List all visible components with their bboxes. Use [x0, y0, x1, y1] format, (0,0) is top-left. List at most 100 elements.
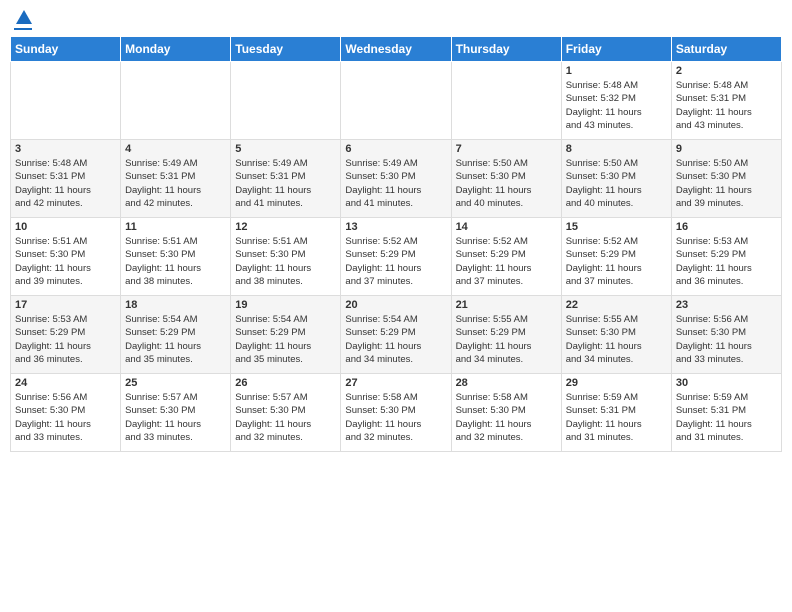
calendar-cell: 13 Sunrise: 5:52 AM Sunset: 5:29 PM Dayli… [341, 218, 451, 296]
day-info: Sunrise: 5:50 AM Sunset: 5:30 PM Dayligh… [566, 157, 667, 210]
calendar-cell: 9 Sunrise: 5:50 AM Sunset: 5:30 PM Daylig… [671, 140, 781, 218]
day-info: Sunrise: 5:54 AM Sunset: 5:29 PM Dayligh… [125, 313, 226, 366]
week-row: 10 Sunrise: 5:51 AM Sunset: 5:30 PM Dayli… [11, 218, 782, 296]
week-row: 3 Sunrise: 5:48 AM Sunset: 5:31 PM Daylig… [11, 140, 782, 218]
day-header-tuesday: Tuesday [231, 37, 341, 62]
day-info: Sunrise: 5:50 AM Sunset: 5:30 PM Dayligh… [456, 157, 557, 210]
calendar-cell [341, 62, 451, 140]
calendar-cell: 18 Sunrise: 5:54 AM Sunset: 5:29 PM Dayli… [121, 296, 231, 374]
logo-underline [14, 28, 32, 30]
day-header-wednesday: Wednesday [341, 37, 451, 62]
calendar-cell [121, 62, 231, 140]
calendar-cell: 19 Sunrise: 5:54 AM Sunset: 5:29 PM Dayli… [231, 296, 341, 374]
day-number: 14 [456, 221, 557, 233]
calendar-cell [11, 62, 121, 140]
day-info: Sunrise: 5:55 AM Sunset: 5:30 PM Dayligh… [566, 313, 667, 366]
day-number: 11 [125, 221, 226, 233]
calendar-cell: 17 Sunrise: 5:53 AM Sunset: 5:29 PM Dayli… [11, 296, 121, 374]
calendar-cell: 22 Sunrise: 5:55 AM Sunset: 5:30 PM Dayli… [561, 296, 671, 374]
day-header-thursday: Thursday [451, 37, 561, 62]
day-number: 13 [345, 221, 446, 233]
day-number: 5 [235, 143, 336, 155]
day-info: Sunrise: 5:59 AM Sunset: 5:31 PM Dayligh… [566, 391, 667, 444]
day-number: 19 [235, 299, 336, 311]
day-number: 25 [125, 377, 226, 389]
calendar-cell: 27 Sunrise: 5:58 AM Sunset: 5:30 PM Dayli… [341, 374, 451, 452]
day-info: Sunrise: 5:50 AM Sunset: 5:30 PM Dayligh… [676, 157, 777, 210]
day-number: 2 [676, 65, 777, 77]
day-number: 20 [345, 299, 446, 311]
day-number: 27 [345, 377, 446, 389]
calendar-cell: 6 Sunrise: 5:49 AM Sunset: 5:30 PM Daylig… [341, 140, 451, 218]
day-number: 4 [125, 143, 226, 155]
day-info: Sunrise: 5:58 AM Sunset: 5:30 PM Dayligh… [456, 391, 557, 444]
day-info: Sunrise: 5:55 AM Sunset: 5:29 PM Dayligh… [456, 313, 557, 366]
calendar-cell: 21 Sunrise: 5:55 AM Sunset: 5:29 PM Dayli… [451, 296, 561, 374]
week-row: 1 Sunrise: 5:48 AM Sunset: 5:32 PM Daylig… [11, 62, 782, 140]
day-info: Sunrise: 5:59 AM Sunset: 5:31 PM Dayligh… [676, 391, 777, 444]
day-info: Sunrise: 5:49 AM Sunset: 5:31 PM Dayligh… [235, 157, 336, 210]
calendar-cell: 16Sunrise: 5:53 AM Sunset: 5:29 PM Dayli… [671, 218, 781, 296]
calendar-cell: 24 Sunrise: 5:56 AM Sunset: 5:30 PM Dayli… [11, 374, 121, 452]
day-info: Sunrise: 5:53 AM Sunset: 5:29 PM Dayligh… [676, 235, 777, 288]
calendar-cell: 26 Sunrise: 5:57 AM Sunset: 5:30 PM Dayli… [231, 374, 341, 452]
day-number: 24 [15, 377, 116, 389]
day-header-saturday: Saturday [671, 37, 781, 62]
day-number: 18 [125, 299, 226, 311]
calendar-cell: 20 Sunrise: 5:54 AM Sunset: 5:29 PM Dayli… [341, 296, 451, 374]
day-info: Sunrise: 5:56 AM Sunset: 5:30 PM Dayligh… [676, 313, 777, 366]
calendar-cell [231, 62, 341, 140]
day-number: 17 [15, 299, 116, 311]
day-header-monday: Monday [121, 37, 231, 62]
day-info: Sunrise: 5:48 AM Sunset: 5:31 PM Dayligh… [676, 79, 777, 132]
day-number: 10 [15, 221, 116, 233]
day-number: 3 [15, 143, 116, 155]
day-number: 7 [456, 143, 557, 155]
calendar-cell: 3 Sunrise: 5:48 AM Sunset: 5:31 PM Daylig… [11, 140, 121, 218]
day-header-sunday: Sunday [11, 37, 121, 62]
day-info: Sunrise: 5:54 AM Sunset: 5:29 PM Dayligh… [235, 313, 336, 366]
day-number: 1 [566, 65, 667, 77]
week-row: 17 Sunrise: 5:53 AM Sunset: 5:29 PM Dayli… [11, 296, 782, 374]
day-info: Sunrise: 5:52 AM Sunset: 5:29 PM Dayligh… [456, 235, 557, 288]
calendar-cell: 2 Sunrise: 5:48 AM Sunset: 5:31 PM Daylig… [671, 62, 781, 140]
page-header [10, 10, 782, 30]
day-info: Sunrise: 5:51 AM Sunset: 5:30 PM Dayligh… [125, 235, 226, 288]
day-info: Sunrise: 5:49 AM Sunset: 5:30 PM Dayligh… [345, 157, 446, 210]
day-info: Sunrise: 5:49 AM Sunset: 5:31 PM Dayligh… [125, 157, 226, 210]
day-number: 22 [566, 299, 667, 311]
day-info: Sunrise: 5:52 AM Sunset: 5:29 PM Dayligh… [345, 235, 446, 288]
calendar-cell: 7 Sunrise: 5:50 AM Sunset: 5:30 PM Daylig… [451, 140, 561, 218]
day-number: 28 [456, 377, 557, 389]
day-info: Sunrise: 5:51 AM Sunset: 5:30 PM Dayligh… [15, 235, 116, 288]
day-number: 30 [676, 377, 777, 389]
day-info: Sunrise: 5:52 AM Sunset: 5:29 PM Dayligh… [566, 235, 667, 288]
day-info: Sunrise: 5:54 AM Sunset: 5:29 PM Dayligh… [345, 313, 446, 366]
day-info: Sunrise: 5:51 AM Sunset: 5:30 PM Dayligh… [235, 235, 336, 288]
calendar-cell: 10 Sunrise: 5:51 AM Sunset: 5:30 PM Dayli… [11, 218, 121, 296]
day-number: 26 [235, 377, 336, 389]
calendar-cell: 4 Sunrise: 5:49 AM Sunset: 5:31 PM Daylig… [121, 140, 231, 218]
day-info: Sunrise: 5:58 AM Sunset: 5:30 PM Dayligh… [345, 391, 446, 444]
day-info: Sunrise: 5:48 AM Sunset: 5:31 PM Dayligh… [15, 157, 116, 210]
day-info: Sunrise: 5:57 AM Sunset: 5:30 PM Dayligh… [235, 391, 336, 444]
calendar-cell: 1 Sunrise: 5:48 AM Sunset: 5:32 PM Daylig… [561, 62, 671, 140]
calendar-cell: 12Sunrise: 5:51 AM Sunset: 5:30 PM Dayli… [231, 218, 341, 296]
day-header-friday: Friday [561, 37, 671, 62]
calendar-cell: 30 Sunrise: 5:59 AM Sunset: 5:31 PM Dayli… [671, 374, 781, 452]
day-number: 9 [676, 143, 777, 155]
day-number: 21 [456, 299, 557, 311]
day-info: Sunrise: 5:56 AM Sunset: 5:30 PM Dayligh… [15, 391, 116, 444]
day-number: 29 [566, 377, 667, 389]
calendar-cell: 8Sunrise: 5:50 AM Sunset: 5:30 PM Daylig… [561, 140, 671, 218]
calendar-cell [451, 62, 561, 140]
calendar-cell: 28 Sunrise: 5:58 AM Sunset: 5:30 PM Dayli… [451, 374, 561, 452]
calendar-table: SundayMondayTuesdayWednesdayThursdayFrid… [10, 36, 782, 452]
calendar-cell: 11 Sunrise: 5:51 AM Sunset: 5:30 PM Dayli… [121, 218, 231, 296]
day-info: Sunrise: 5:48 AM Sunset: 5:32 PM Dayligh… [566, 79, 667, 132]
calendar-cell: 23Sunrise: 5:56 AM Sunset: 5:30 PM Dayli… [671, 296, 781, 374]
logo [14, 10, 32, 30]
calendar-cell: 29 Sunrise: 5:59 AM Sunset: 5:31 PM Dayli… [561, 374, 671, 452]
day-info: Sunrise: 5:53 AM Sunset: 5:29 PM Dayligh… [15, 313, 116, 366]
day-number: 6 [345, 143, 446, 155]
